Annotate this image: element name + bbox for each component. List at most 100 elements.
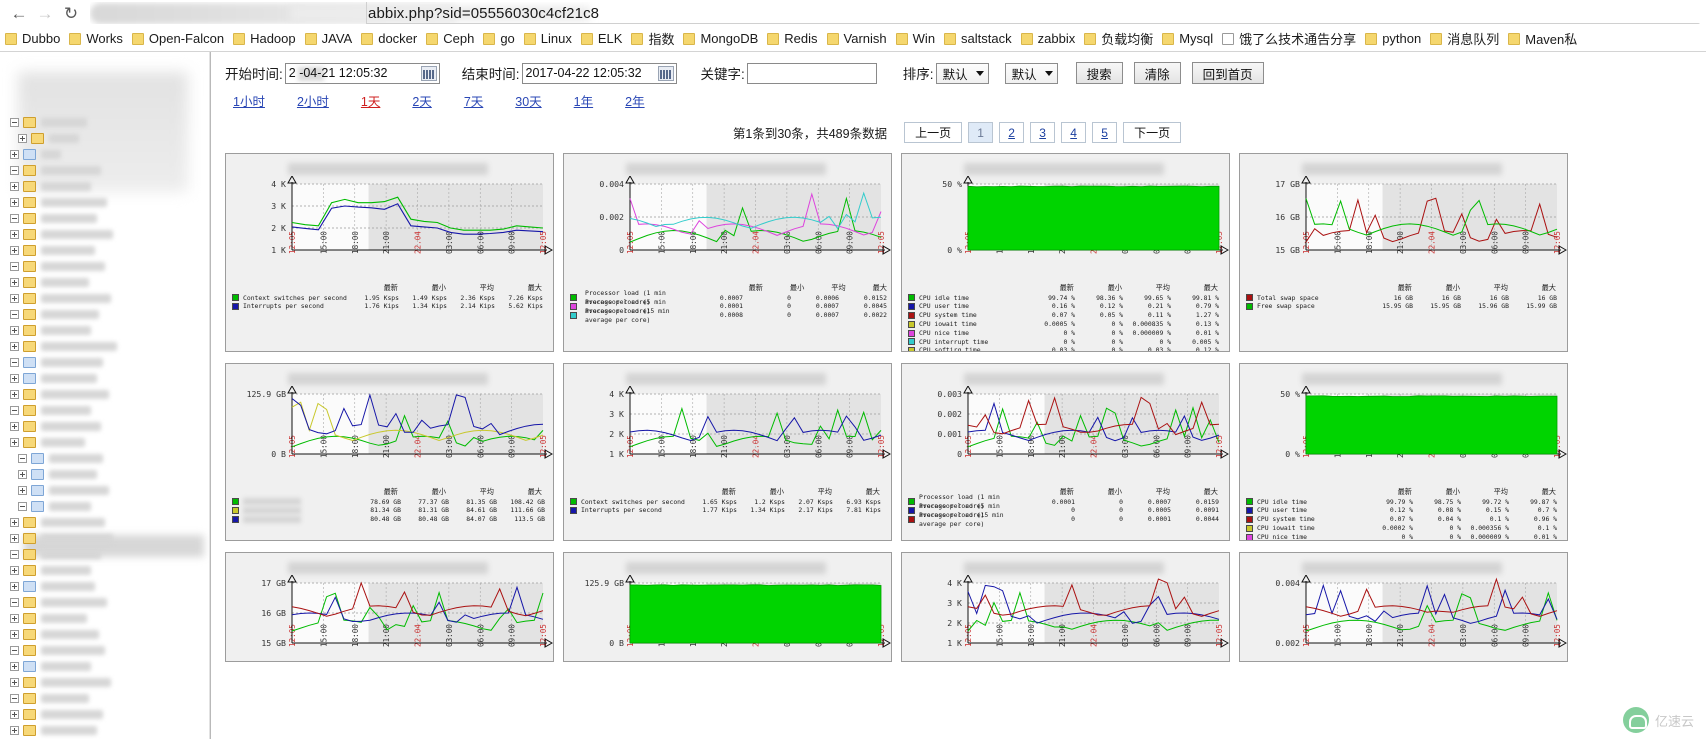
graph-card-g6[interactable]: 4 K3 K2 K1 K12:0515:0018:0021:0022.0403:…	[563, 363, 892, 541]
graph-card-g8[interactable]: 50 %0 %12:0515:0018:0021:0022.0403:0006:…	[1239, 363, 1568, 541]
bookmark-Redis[interactable]: Redis	[764, 30, 823, 47]
forward-arrow-icon[interactable]: →	[32, 2, 58, 24]
bookmark-饿了么技术通告分享[interactable]: 饿了么技术通告分享	[1219, 28, 1362, 49]
tree-expander-icon[interactable]	[10, 374, 19, 383]
bookmark-Ceph[interactable]: Ceph	[423, 30, 480, 47]
tree-expander-icon[interactable]	[10, 246, 19, 255]
graph-card-g5[interactable]: 125.9 GB0 B12:0515:0018:0021:0022.0403:0…	[225, 363, 554, 541]
tree-item[interactable]	[0, 610, 87, 627]
bookmark-Maven私[interactable]: Maven私	[1505, 28, 1583, 49]
bookmark-Win[interactable]: Win	[893, 30, 941, 47]
tree-expander-icon[interactable]	[10, 630, 19, 639]
graph-card-g1[interactable]: 4 K 3 K 2 K 1 K 12:05 15:00 18:00 21:00 22.04 03:…	[225, 153, 554, 352]
graph-card-g3[interactable]: 50 %0 %12:0515:0018:0021:0022.0403:0006:…	[901, 153, 1230, 352]
bookmark-go[interactable]: go	[480, 30, 520, 47]
bookmark-JAVA[interactable]: JAVA	[302, 30, 359, 47]
tree-expander-icon[interactable]	[10, 118, 19, 127]
tree-item[interactable]	[0, 162, 101, 179]
bookmark-python[interactable]: python	[1362, 30, 1427, 47]
tree-item[interactable]	[0, 706, 103, 723]
graph-card-g7[interactable]: 0.0030.0020.001012:0515:0018:0021:0022.0…	[901, 363, 1230, 541]
tree-item[interactable]	[0, 690, 89, 707]
tree-expander-icon[interactable]	[18, 502, 27, 511]
tree-item[interactable]	[0, 338, 117, 355]
bookmark-zabbix[interactable]: zabbix	[1018, 30, 1082, 47]
range-link-2年[interactable]: 2年	[625, 91, 644, 110]
tree-expander-icon[interactable]	[10, 422, 19, 431]
range-link-7天[interactable]: 7天	[464, 91, 483, 110]
tree-item[interactable]	[0, 226, 113, 243]
tree-item[interactable]	[0, 402, 91, 419]
tree-expander-icon[interactable]	[10, 150, 19, 159]
bookmark-Mysql[interactable]: Mysql	[1159, 30, 1219, 47]
tree-item[interactable]	[0, 626, 99, 643]
tree-expander-icon[interactable]	[10, 598, 19, 607]
tree-item[interactable]	[0, 594, 107, 611]
tree-expander-icon[interactable]	[10, 310, 19, 319]
range-link-1小时[interactable]: 1小时	[233, 91, 265, 110]
tree-item[interactable]	[0, 146, 61, 163]
pagination-prev[interactable]: 上一页	[904, 122, 963, 143]
graph-card-g9[interactable]: 17 GB 16 GB 15 GB 12:05 15:00 18:00 21:00 22.04…	[225, 552, 554, 662]
tree-item[interactable]	[0, 546, 101, 563]
tree-expander-icon[interactable]	[10, 198, 19, 207]
tree-expander-icon[interactable]	[18, 454, 27, 463]
tree-item[interactable]	[0, 562, 91, 579]
tree-item[interactable]	[0, 130, 79, 147]
calendar-icon-start[interactable]	[420, 65, 437, 81]
tree-item[interactable]	[0, 578, 95, 595]
range-link-2小时[interactable]: 2小时	[297, 91, 329, 110]
tree-expander-icon[interactable]	[10, 550, 19, 559]
back-arrow-icon[interactable]: ←	[6, 2, 32, 24]
tree-expander-icon[interactable]	[10, 566, 19, 575]
tree-expander-icon[interactable]	[10, 726, 19, 735]
tree-item[interactable]	[0, 658, 91, 675]
tree-item[interactable]	[0, 498, 91, 515]
bookmark-Open-Falcon[interactable]: Open-Falcon	[129, 30, 230, 47]
tree-item[interactable]	[0, 306, 99, 323]
address-bar[interactable]: abbix.php?sid=05556030c4cf21c8	[90, 2, 1700, 24]
sort-select-1[interactable]: 默认	[935, 62, 989, 84]
tree-expander-icon[interactable]	[10, 342, 19, 351]
tree-expander-icon[interactable]	[10, 646, 19, 655]
pagination-page-4[interactable]: 4	[1061, 122, 1087, 143]
tree-item[interactable]	[0, 354, 103, 371]
tree-expander-icon[interactable]	[18, 470, 27, 479]
pagination-next[interactable]: 下一页	[1123, 122, 1182, 143]
tree-expander-icon[interactable]	[10, 662, 19, 671]
pagination-page-5[interactable]: 5	[1092, 122, 1118, 143]
start-time-input[interactable]: 2 -04-21 12:05:32	[284, 62, 440, 84]
tree-item[interactable]	[0, 722, 97, 739]
tree-expander-icon[interactable]	[10, 262, 19, 271]
tree-item[interactable]	[0, 210, 97, 227]
tree-expander-icon[interactable]	[10, 230, 19, 239]
tree-expander-icon[interactable]	[10, 678, 19, 687]
tree-expander-icon[interactable]	[10, 694, 19, 703]
bookmark-Dubbo[interactable]: Dubbo	[2, 30, 66, 47]
range-link-30天[interactable]: 30天	[515, 91, 541, 110]
pagination-page-2[interactable]: 2	[999, 122, 1025, 143]
tree-item[interactable]	[0, 258, 105, 275]
tree-expander-icon[interactable]	[18, 486, 27, 495]
calendar-icon-end[interactable]	[657, 65, 674, 81]
sort-select-2[interactable]: 默认	[1004, 62, 1058, 84]
tree-expander-icon[interactable]	[10, 214, 19, 223]
tree-item[interactable]	[0, 674, 111, 691]
bookmark-Linux[interactable]: Linux	[521, 30, 578, 47]
tree-item[interactable]	[0, 434, 85, 451]
graph-card-g2[interactable]: 0.0040.002012:0515:0018:0021:0022.0403:0…	[563, 153, 892, 352]
tree-item[interactable]	[0, 322, 91, 339]
bookmark-指数[interactable]: 指数	[628, 28, 680, 49]
tree-expander-icon[interactable]	[18, 134, 27, 143]
tree-item[interactable]	[0, 514, 105, 531]
tree-item[interactable]	[0, 370, 97, 387]
tree-expander-icon[interactable]	[10, 534, 19, 543]
tree-expander-icon[interactable]	[10, 166, 19, 175]
bookmark-docker[interactable]: docker	[358, 30, 423, 47]
keyword-input[interactable]	[746, 62, 877, 84]
tree-expander-icon[interactable]	[10, 358, 19, 367]
tree-item[interactable]	[0, 482, 109, 499]
graph-card-g11[interactable]: 4 K3 K2 K1 K12:0515:0018:0021:0022.0403:…	[901, 552, 1230, 662]
tree-expander-icon[interactable]	[10, 582, 19, 591]
tree-item[interactable]	[0, 194, 107, 211]
